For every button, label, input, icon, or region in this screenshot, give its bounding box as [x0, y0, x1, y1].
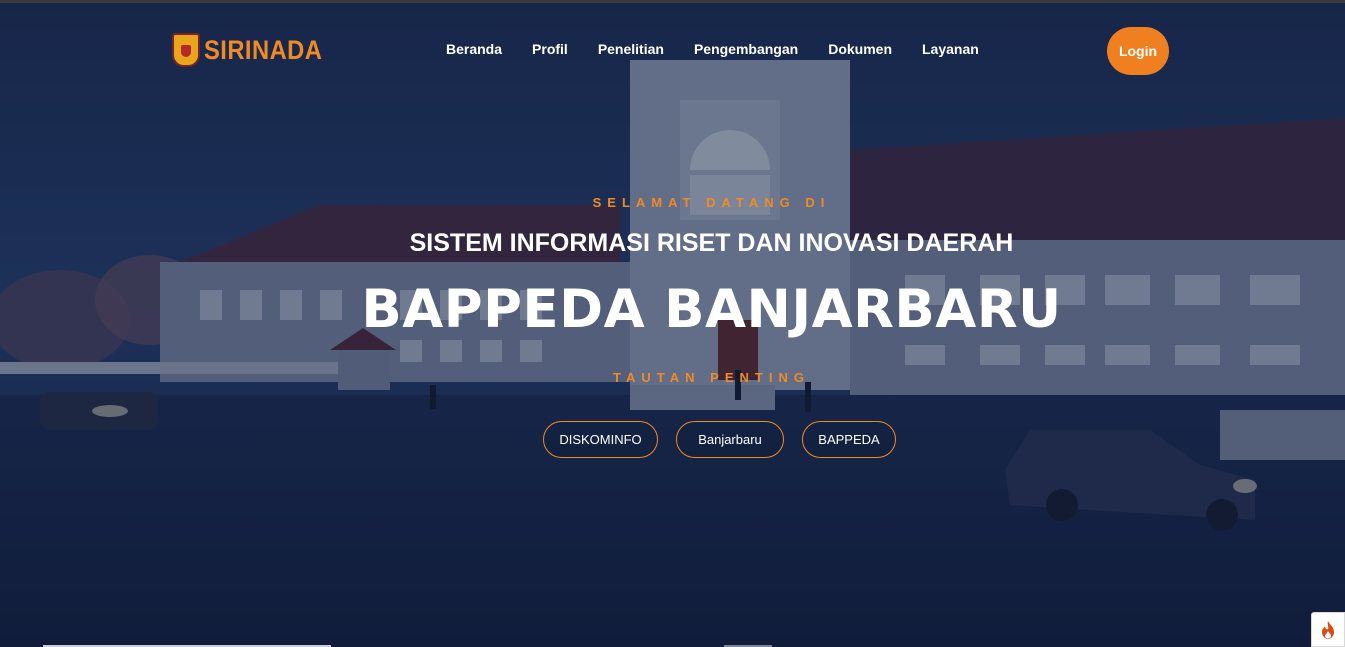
nav-item-penelitian[interactable]: Penelitian — [598, 41, 664, 57]
login-button[interactable]: Login — [1107, 27, 1169, 75]
nav-item-profil[interactable]: Profil — [532, 41, 568, 57]
nav-item-layanan[interactable]: Layanan — [922, 41, 979, 57]
bappeda-emblem-icon — [172, 33, 200, 67]
brand[interactable]: SIRINADA — [172, 33, 339, 67]
hero-title: BAPPEDA BANJARBARU — [361, 279, 1062, 340]
flame-icon — [1322, 620, 1334, 639]
debug-toolbar-button[interactable] — [1311, 612, 1345, 647]
link-banjarbaru-button[interactable]: Banjarbaru — [676, 421, 784, 458]
link-diskominfo-button[interactable]: DISKOMINFO — [543, 421, 658, 458]
main-nav: Beranda Profil Penelitian Pengembangan D… — [446, 41, 1009, 57]
welcome-text: SELAMAT DATANG DI — [592, 195, 831, 210]
navbar: SIRINADA Beranda Profil Penelitian Penge… — [0, 0, 1345, 100]
top-border — [0, 0, 1345, 3]
brand-name: SIRINADA — [204, 34, 323, 65]
important-links-label: TAUTAN PENTING — [613, 370, 810, 385]
nav-item-beranda[interactable]: Beranda — [446, 41, 502, 57]
nav-item-pengembangan[interactable]: Pengembangan — [694, 41, 798, 57]
link-bappeda-button[interactable]: BAPPEDA — [802, 421, 896, 458]
important-links: DISKOMINFO Banjarbaru BAPPEDA — [543, 421, 896, 458]
nav-item-dokumen[interactable]: Dokumen — [828, 41, 892, 57]
hero-subtitle: SISTEM INFORMASI RISET DAN INOVASI DAERA… — [409, 229, 1014, 257]
